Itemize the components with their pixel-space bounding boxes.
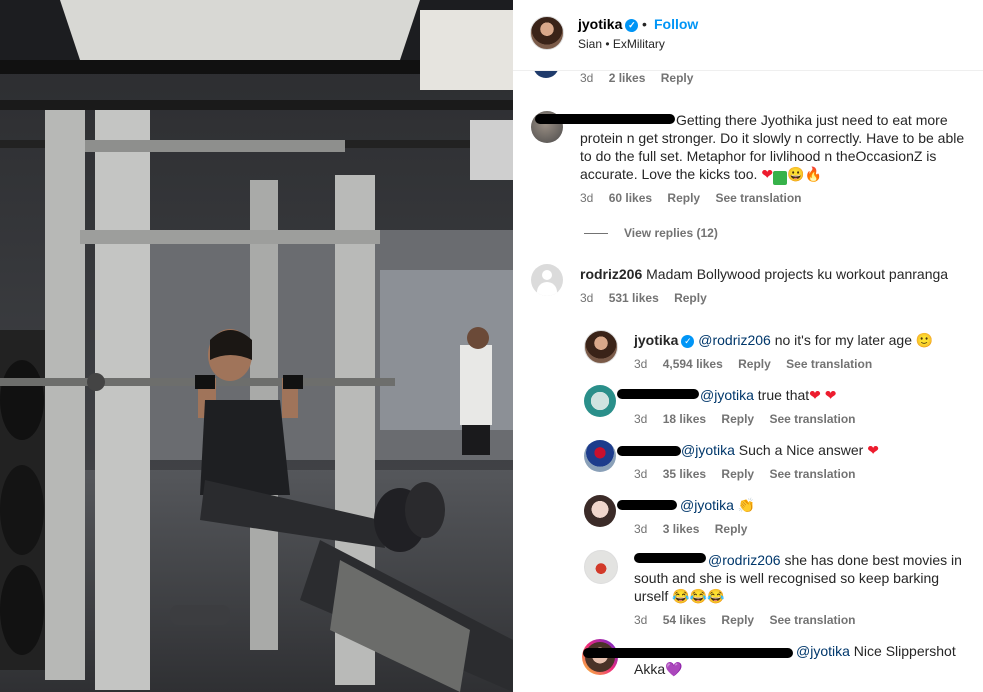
clap-emoji-icon: 👏 [737,497,756,513]
reply-button[interactable]: Reply [721,412,754,426]
reply-button[interactable]: Reply [721,467,754,481]
reply-meta: 3d 18 likes Reply See translation [634,412,867,426]
reply-text: @jyotika Nice Slippershot Akka💜 [634,643,956,677]
heart-emoji-icon: ❤ ❤ [809,387,837,403]
verified-badge-icon: ✓ [625,18,639,32]
post-media[interactable] [0,0,513,692]
heart-emoji-icon: ❤ [761,166,774,182]
reply-avatar[interactable] [584,495,616,527]
follow-button[interactable]: Follow [654,16,698,32]
reply-likes[interactable]: 4,594 likes [663,357,723,371]
reply-meta: 3d 3 likes Reply [634,522,759,536]
see-translation-button[interactable]: See translation [769,613,855,627]
smile-emoji-icon: 🙂 [915,332,934,348]
comment-likes[interactable]: 2 likes [609,71,646,85]
post-photo [0,0,513,692]
reply-time: 3d [634,357,648,371]
divider-line [584,233,608,235]
mention-link[interactable]: @rodriz206 [708,552,781,568]
reply-likes[interactable]: 35 likes [663,467,706,481]
reply-time: 3d [634,522,648,536]
grin-emoji-icon: 😀 [787,166,805,182]
author-avatar[interactable] [530,16,564,50]
check-emoji-icon: ✓ [773,171,878,185]
reply-likes[interactable]: 18 likes [663,412,706,426]
heart-emoji-icon: ❤ [867,442,879,458]
reply-text: @jyotika true that❤ ❤ [700,387,837,403]
reply-meta: 3d 54 likes Reply See translation [634,613,867,627]
reply-text: @jyotika 👏 [634,496,974,514]
see-translation-button[interactable]: See translation [769,412,855,426]
reply-button[interactable]: Reply [667,191,700,205]
post-subtitle: Sian • ExMilitary [578,37,665,51]
mention-link[interactable]: @jyotika [681,442,735,458]
post-header: jyotika✓ • Follow Sian • ExMilitary ⋮ [513,0,983,71]
author-username[interactable]: jyotika [578,16,622,32]
reply-avatar[interactable] [584,550,618,584]
comment-username[interactable]: rodriz206 [580,266,642,282]
reply-text: jyotika ✓ @rodriz206 no it's for my later… [634,332,934,348]
see-translation-button[interactable]: See translation [769,467,855,481]
view-replies-button[interactable]: View replies (12) [584,226,718,240]
more-options-icon[interactable]: ⋮ [975,22,983,43]
reply-text: @jyotika Such a Nice answer ❤ [681,442,879,458]
comment-text: Getting there Jyothika just need to eat … [580,112,965,185]
comment-likes[interactable]: 60 likes [609,191,652,205]
reply-button[interactable]: Reply [674,291,707,305]
comment-time: 3d [580,191,594,205]
reply-username[interactable]: jyotika [634,332,678,348]
reply-likes[interactable]: 3 likes [663,522,700,536]
reply-time: 3d [634,467,648,481]
comment-likes[interactable]: 531 likes [609,291,659,305]
mention-link[interactable]: @jyotika [796,643,850,659]
verified-badge-icon: ✓ [681,334,695,348]
reply-button[interactable]: Reply [661,71,694,85]
comments-panel: jyotika✓ • Follow Sian • ExMilitary ⋮ 3d… [513,0,983,692]
reply-avatar[interactable] [584,385,616,417]
reply-meta: 3d 4,594 likes Reply See translation [634,357,884,371]
reply-button[interactable]: Reply [738,357,771,371]
reply-meta: 3d 35 likes Reply See translation [634,467,867,481]
see-translation-button[interactable]: See translation [715,191,801,205]
reply-button[interactable]: Reply [715,522,748,536]
comment-meta: 3d 60 likes Reply See translation [580,191,813,205]
see-translation-button[interactable]: See translation [786,357,872,371]
mention-link[interactable]: @rodriz206 [698,332,771,348]
reply-button[interactable]: Reply [721,613,754,627]
reply-avatar[interactable] [584,440,616,472]
purple-heart-emoji-icon: 💜 [665,661,683,677]
reply-avatar[interactable] [584,330,618,364]
comment-time: 3d [580,291,594,305]
mention-link[interactable]: @jyotika [680,497,734,513]
reply-time: 3d [634,412,648,426]
default-avatar-icon[interactable] [531,264,563,296]
laugh-emoji-icon: 😂😂😂 [672,588,725,604]
comment-meta: 3d 531 likes Reply [580,291,719,305]
fire-emoji-icon: 🔥 [804,166,822,182]
mention-link[interactable]: @jyotika [700,387,754,403]
reply-time: 3d [634,613,648,627]
comment-text: rodriz206 Madam Bollywood projects ku wo… [580,266,949,282]
reply-text: @rodriz206 she has done best movies in s… [634,552,962,604]
comment-time: 3d [580,71,594,85]
separator-dot: • [642,16,647,32]
reply-likes[interactable]: 54 likes [663,613,706,627]
comment-meta: 3d 2 likes Reply [580,71,705,85]
